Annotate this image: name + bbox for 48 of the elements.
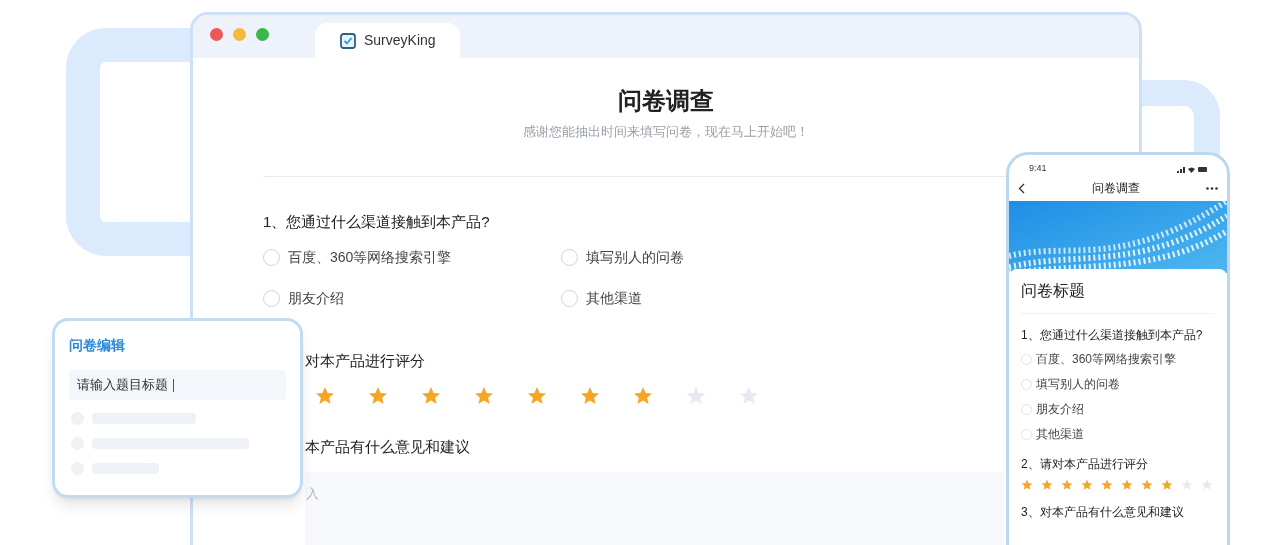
filled-star-icon[interactable]: [421, 385, 441, 406]
filled-star-icon[interactable]: [1081, 479, 1093, 491]
status-time: 9:41: [1029, 162, 1047, 176]
more-icon[interactable]: [1206, 186, 1218, 190]
browser-tab[interactable]: SurveyKing: [315, 23, 460, 58]
radio-option[interactable]: 填写别人的问卷: [561, 246, 684, 268]
filled-star-icon[interactable]: [633, 385, 653, 406]
filled-star-icon[interactable]: [368, 385, 388, 406]
filled-star-icon[interactable]: [1101, 479, 1113, 491]
card-title: 问卷标题: [1021, 269, 1215, 314]
survey-title: 问卷调查: [617, 86, 715, 116]
filled-star-icon[interactable]: [315, 385, 335, 406]
text-cursor: [173, 378, 174, 392]
filled-star-icon[interactable]: [1141, 479, 1153, 491]
radio-option[interactable]: 其他渠道: [561, 287, 642, 309]
filled-star-icon[interactable]: [527, 385, 547, 406]
empty-star-icon[interactable]: [739, 385, 759, 406]
status-icons: [1177, 165, 1207, 173]
radio-option[interactable]: 百度、360等网络搜索引擎: [1021, 350, 1177, 368]
empty-star-icon[interactable]: [1201, 479, 1213, 491]
question-title: 1、您通过什么渠道接触到本产品?: [263, 211, 490, 232]
radio-option[interactable]: 朋友介绍: [263, 287, 344, 309]
question-title: 2、请对本产品进行评分: [1021, 456, 1148, 473]
title-input[interactable]: 请输入题目标题: [69, 370, 286, 400]
question-title: 1、您通过什么渠道接触到本产品?: [1021, 327, 1203, 344]
filled-star-icon[interactable]: [1021, 479, 1033, 491]
editor-title: 问卷编辑: [69, 336, 126, 355]
back-icon[interactable]: [1018, 182, 1025, 194]
filled-star-icon[interactable]: [580, 385, 600, 406]
empty-star-icon[interactable]: [686, 385, 706, 406]
filled-star-icon[interactable]: [1121, 479, 1133, 491]
question-title: 3、对本产品有什么意见和建议: [1021, 504, 1184, 521]
survey-subtitle: 感谢您能抽出时间来填写问卷，现在马上开始吧！: [522, 123, 810, 141]
radio-option[interactable]: 百度、360等网络搜索引擎: [263, 246, 452, 268]
filled-star-icon[interactable]: [1061, 479, 1073, 491]
filled-star-icon[interactable]: [1041, 479, 1053, 491]
filled-star-icon[interactable]: [1161, 479, 1173, 491]
filled-star-icon[interactable]: [474, 385, 494, 406]
radio-option[interactable]: 其他渠道: [1021, 425, 1084, 443]
radio-option[interactable]: 朋友介绍: [1021, 400, 1084, 418]
question-title: 本产品有什么意见和建议: [305, 436, 470, 457]
star-rating[interactable]: [1021, 479, 1215, 491]
checkbox-logo-icon: [340, 32, 356, 49]
empty-star-icon[interactable]: [1181, 479, 1193, 491]
nav-title: 问卷调查: [1091, 180, 1140, 197]
star-rating[interactable]: [315, 385, 759, 406]
question-title: 对本产品进行评分: [305, 350, 425, 371]
radio-option[interactable]: 填写别人的问卷: [1021, 375, 1120, 393]
